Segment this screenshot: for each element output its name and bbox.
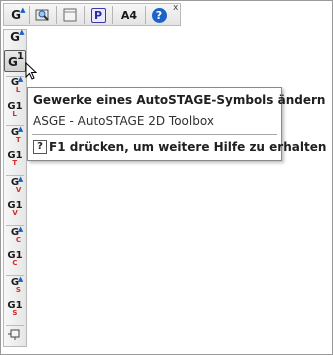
properties-button[interactable]: P <box>88 6 108 24</box>
g-arrow-c-icon: G ▲ C <box>10 225 24 244</box>
g-arrow-l-button[interactable]: G ▲ L <box>5 75 25 98</box>
separator <box>56 6 57 24</box>
change-trade-button-active[interactable]: G1 <box>4 50 26 72</box>
tooltip-subtitle: ASGE - AutoSTAGE 2D Toolbox <box>33 114 214 128</box>
g1-s-icon: G1 S <box>7 300 23 317</box>
g1-c-icon: G1 C <box>7 250 23 267</box>
separator <box>6 325 24 326</box>
pin-button[interactable] <box>5 328 25 348</box>
g1-t-icon: G1 T <box>7 150 23 167</box>
g1-t-button[interactable]: G1 T <box>5 151 25 171</box>
separator <box>145 6 146 24</box>
g-arrow-l-icon: G ▲ L <box>10 75 24 94</box>
window-button[interactable] <box>60 6 80 24</box>
change-trade-button[interactable]: G ▲ <box>6 6 26 24</box>
g-arrow-s-icon: G ▲ S <box>10 275 24 294</box>
p-icon: P <box>90 7 106 23</box>
divider <box>32 134 277 135</box>
tooltip-title: Gewerke eines AutoSTAGE-Symbols ändern <box>33 93 326 107</box>
mouse-cursor-icon <box>25 62 38 80</box>
separator <box>29 6 30 24</box>
tooltip-help-line: ? F1 drücken, um weitere Hilfe zu erhalt… <box>33 140 326 154</box>
window-frame <box>0 0 333 355</box>
g-arrow-t-icon: G ▲ T <box>10 125 24 144</box>
g-arrow-v-button[interactable]: G ▲ V <box>5 175 25 198</box>
g1-l-button[interactable]: G1 L <box>5 102 25 122</box>
g-arrow-icon: G ▲ <box>11 6 26 22</box>
window-icon <box>63 8 77 22</box>
pin-icon <box>8 329 20 340</box>
top-toolbar: G ▲ P A4 ? x <box>3 3 181 26</box>
tooltip-help-text: F1 drücken, um weitere Hilfe zu erhalten <box>49 140 327 154</box>
g1-icon: G1 <box>8 51 24 69</box>
separator <box>112 6 113 24</box>
help-button[interactable]: ? <box>149 6 169 24</box>
g1-s-button[interactable]: G1 S <box>5 301 25 321</box>
left-toolbar: G ▲ G1 G ▲ L G1 L G ▲ T G1 T G ▲ V G1 V G ▲ C G1 C G ▲… <box>3 29 27 347</box>
help-key-icon: ? <box>33 140 47 154</box>
g1-c-button[interactable]: G1 C <box>5 251 25 271</box>
g-arrow-icon: G ▲ <box>10 28 25 44</box>
a4-icon: A4 <box>120 8 138 22</box>
g1-l-icon: G1 L <box>7 101 23 118</box>
separator <box>84 6 85 24</box>
g-arrow-s-button[interactable]: G ▲ S <box>5 275 25 298</box>
magnifier-icon <box>35 9 49 21</box>
zoom-symbol-button[interactable] <box>33 6 53 24</box>
g-arrow-v-icon: G ▲ V <box>10 175 24 194</box>
help-icon: ? <box>151 7 167 23</box>
g-arrow-button[interactable]: G ▲ <box>5 28 25 51</box>
page-size-button[interactable]: A4 <box>117 6 141 24</box>
g-arrow-c-button[interactable]: G ▲ C <box>5 225 25 248</box>
close-icon[interactable]: x <box>173 4 178 13</box>
g-arrow-t-button[interactable]: G ▲ T <box>5 125 25 148</box>
g1-v-button[interactable]: G1 V <box>5 201 25 221</box>
g1-v-icon: G1 V <box>7 200 23 217</box>
tooltip: Gewerke eines AutoSTAGE-Symbols ändern A… <box>27 87 326 161</box>
